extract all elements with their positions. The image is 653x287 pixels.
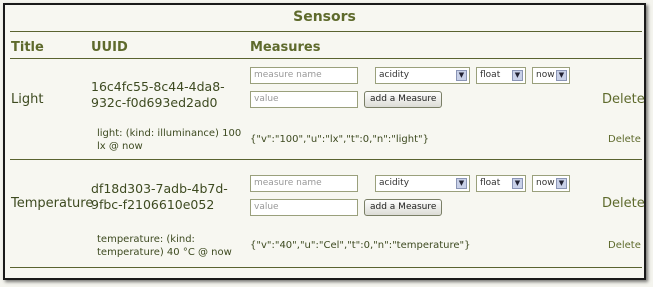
- measure-time-select[interactable]: now ▼: [532, 67, 570, 84]
- select-value: now: [536, 178, 555, 188]
- table-caption: Sensors: [293, 9, 356, 25]
- measure-json: {"v":"40","u":"Cel","t":0,"n":"temperatu…: [250, 240, 471, 251]
- measure-summary: temperature: (kind: temperature) 40 °C @…: [97, 234, 232, 258]
- delete-measure-link[interactable]: Delete: [608, 134, 641, 145]
- column-header-title: Title: [11, 40, 44, 55]
- sensor-title: Light: [11, 92, 44, 107]
- add-measure-button[interactable]: add a Measure: [364, 199, 443, 216]
- measure-type-select[interactable]: float ▼: [476, 175, 526, 192]
- measure-json: {"v":"100","u":"lx","t":0,"n":"light"}: [250, 134, 429, 145]
- chevron-down-icon: ▼: [456, 178, 467, 189]
- divider: [10, 267, 642, 268]
- divider: [10, 31, 642, 32]
- chevron-down-icon: ▼: [556, 178, 567, 189]
- chevron-down-icon: ▼: [556, 70, 567, 81]
- select-value: acidity: [379, 70, 410, 80]
- select-value: float: [480, 70, 501, 80]
- chevron-down-icon: ▼: [512, 70, 523, 81]
- measure-kind-select[interactable]: acidity ▼: [375, 67, 470, 84]
- divider: [10, 58, 642, 59]
- add-measure-button[interactable]: add a Measure: [364, 91, 443, 108]
- measure-value-input[interactable]: value: [250, 199, 358, 216]
- chevron-down-icon: ▼: [512, 178, 523, 189]
- delete-sensor-link[interactable]: Delete: [602, 92, 645, 107]
- measure-value-input[interactable]: value: [250, 91, 358, 108]
- measure-name-input[interactable]: measure name: [250, 175, 358, 192]
- select-value: now: [536, 70, 555, 80]
- delete-measure-link[interactable]: Delete: [608, 240, 641, 251]
- column-header-uuid: UUID: [91, 40, 128, 55]
- sensor-title: Temperature: [11, 196, 94, 211]
- sensors-table: Sensors Title UUID Measures Light 16c4fc…: [3, 3, 646, 280]
- measure-type-select[interactable]: float ▼: [476, 67, 526, 84]
- measure-name-input[interactable]: measure name: [250, 67, 358, 84]
- select-value: float: [480, 178, 501, 188]
- delete-sensor-link[interactable]: Delete: [602, 196, 645, 211]
- chevron-down-icon: ▼: [456, 70, 467, 81]
- measure-kind-select[interactable]: acidity ▼: [375, 175, 470, 192]
- sensor-uuid: df18d303-7adb-4b7d-9fbc-f2106610e052: [91, 181, 228, 212]
- select-value: acidity: [379, 178, 410, 188]
- divider: [10, 159, 642, 160]
- measure-summary: light: (kind: illuminance) 100 lx @ now: [97, 128, 242, 152]
- column-header-measures: Measures: [250, 40, 321, 55]
- sensor-uuid: 16c4fc55-8c44-4da8-932c-f0d693ed2ad0: [91, 79, 225, 110]
- measure-time-select[interactable]: now ▼: [532, 175, 570, 192]
